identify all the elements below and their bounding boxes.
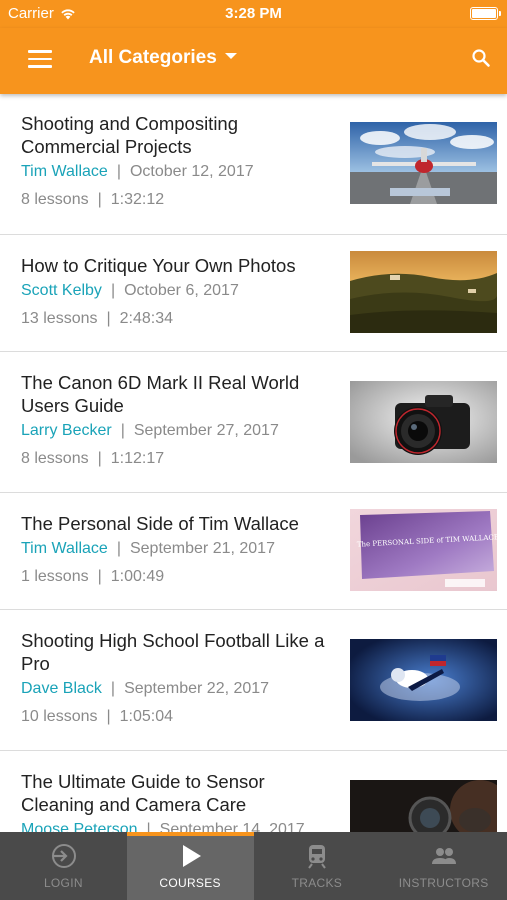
instructor-link[interactable]: Moose Peterson — [21, 821, 138, 832]
course-item[interactable]: The Canon 6D Mark II Real World Users Gu… — [0, 352, 507, 493]
lesson-count: 8 lessons — [21, 191, 89, 208]
lesson-count: 8 lessons — [21, 450, 89, 467]
battery-icon — [470, 7, 501, 20]
lesson-count: 1 lessons — [21, 568, 89, 585]
tab-label: COURSES — [159, 876, 221, 890]
course-title: How to Critique Your Own Photos — [21, 255, 296, 276]
course-duration: 2:48:34 — [119, 310, 174, 327]
course-item[interactable]: Shooting High School Football Like a Pro… — [0, 610, 507, 751]
search-icon[interactable] — [471, 48, 491, 68]
tab-label: LOGIN — [43, 876, 83, 890]
course-duration: 1:05:04 — [119, 708, 174, 725]
course-duration: 1:12:17 — [110, 450, 165, 467]
course-title: Shooting High School Football Like a Pro — [21, 630, 325, 674]
course-date: October 6, 2017 — [124, 282, 239, 299]
course-date: September 21, 2017 — [129, 540, 275, 557]
tab-courses[interactable]: COURSES — [126, 832, 254, 900]
course-byline: Scott Kelby | October 6, 2017 — [21, 282, 239, 299]
course-date: September 14, 2017 — [159, 821, 305, 832]
tab-login[interactable]: LOGIN — [0, 832, 127, 900]
course-item[interactable]: Shooting and Compositing Commercial Proj… — [0, 94, 507, 235]
instructor-link[interactable]: Tim Wallace — [21, 163, 108, 180]
course-item[interactable]: How to Critique Your Own Photos Scott Ke… — [0, 235, 507, 352]
course-thumbnail[interactable] — [350, 639, 497, 721]
play-icon — [183, 845, 202, 867]
category-title: All Categories — [89, 47, 217, 68]
instructor-link[interactable]: Tim Wallace — [21, 540, 108, 557]
course-thumbnail[interactable] — [350, 122, 497, 204]
login-icon — [52, 844, 77, 868]
status-time: 3:28 PM — [225, 5, 282, 22]
course-byline: Tim Wallace | October 12, 2017 — [21, 163, 254, 180]
status-bar: Carrier 3:28 PM — [0, 0, 507, 28]
tab-instructors[interactable]: INSTRUCTORS — [380, 832, 507, 900]
category-dropdown[interactable]: All Categories — [89, 47, 237, 69]
course-title: The Canon 6D Mark II Real World Users Gu… — [21, 372, 300, 416]
instructor-link[interactable]: Scott Kelby — [21, 282, 102, 299]
course-date: September 27, 2017 — [133, 422, 279, 439]
course-item[interactable]: The Personal Side of Tim Wallace Tim Wal… — [0, 493, 507, 610]
course-duration: 1:00:49 — [110, 568, 165, 585]
tab-bar: LOGIN COURSES TRACKS INSTRUCTORS — [0, 832, 507, 900]
lesson-count: 10 lessons — [21, 708, 98, 725]
course-title: The Ultimate Guide to Sensor Cleaning an… — [21, 771, 265, 815]
course-item[interactable]: The Ultimate Guide to Sensor Cleaning an… — [0, 751, 507, 832]
menu-icon[interactable] — [28, 50, 52, 68]
course-date: September 22, 2017 — [124, 680, 270, 697]
course-date: October 12, 2017 — [129, 163, 254, 180]
course-thumbnail[interactable] — [350, 780, 497, 832]
course-byline: Moose Peterson | September 14, 2017 — [21, 820, 339, 832]
course-list: Shooting and Compositing Commercial Proj… — [0, 94, 507, 832]
tab-tracks[interactable]: TRACKS — [254, 832, 381, 900]
course-meta: 10 lessons | 1:05:04 — [21, 708, 174, 725]
course-thumbnail[interactable]: The PERSONAL SIDE of TIM WALLACE — [350, 509, 497, 591]
course-byline: Dave Black | September 22, 2017 — [21, 680, 270, 697]
course-byline: Larry Becker | September 27, 2017 — [21, 422, 279, 439]
instructor-link[interactable]: Larry Becker — [21, 422, 112, 439]
course-duration: 1:32:12 — [110, 191, 165, 208]
course-title: The Personal Side of Tim Wallace — [21, 513, 299, 534]
instructor-link[interactable]: Dave Black — [21, 680, 102, 697]
course-thumbnail[interactable] — [350, 381, 497, 463]
course-meta: 13 lessons | 2:48:34 — [21, 310, 174, 327]
tab-label: TRACKS — [291, 876, 343, 890]
course-byline: Tim Wallace | September 21, 2017 — [21, 540, 275, 557]
lesson-count: 13 lessons — [21, 310, 98, 327]
course-meta: 1 lessons | 1:00:49 — [21, 568, 165, 585]
course-meta: 8 lessons | 1:12:17 — [21, 450, 165, 467]
course-thumbnail[interactable] — [350, 251, 497, 333]
caret-down-icon — [224, 53, 237, 59]
tab-label: INSTRUCTORS — [398, 876, 489, 890]
course-title: Shooting and Compositing Commercial Proj… — [21, 113, 239, 157]
train-icon — [308, 845, 326, 869]
nav-bar: All Categories — [0, 28, 507, 94]
people-icon — [431, 848, 456, 864]
course-meta: 8 lessons | 1:32:12 — [21, 191, 165, 208]
